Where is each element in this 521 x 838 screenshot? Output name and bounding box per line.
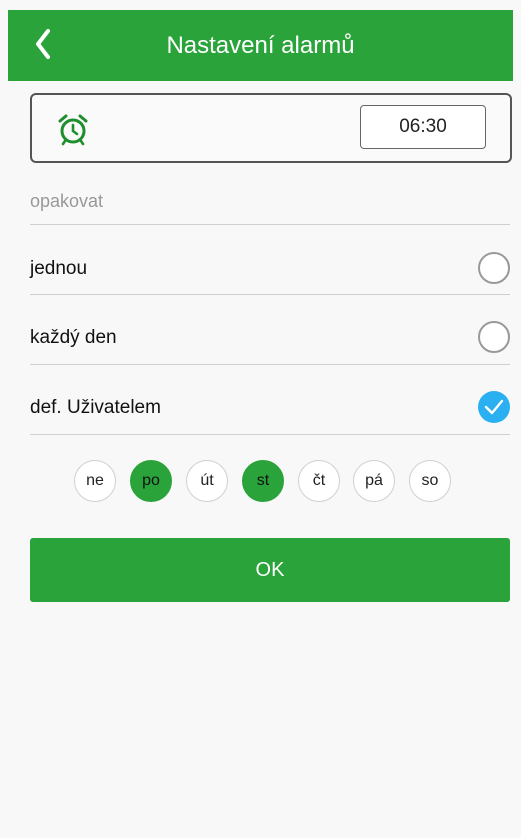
day-toggle-ne[interactable]: ne bbox=[74, 460, 116, 502]
page-title: Nastavení alarmů bbox=[166, 32, 355, 59]
weekday-selector: ne po út st čt pá so bbox=[74, 460, 454, 502]
repeat-section-label: opakovat bbox=[30, 191, 104, 211]
option-label: def. Uživatelem bbox=[30, 397, 161, 418]
day-toggle-so[interactable]: so bbox=[409, 460, 451, 502]
radio-button[interactable] bbox=[478, 252, 510, 284]
day-toggle-ut[interactable]: út bbox=[186, 460, 228, 502]
radio-button[interactable] bbox=[478, 321, 510, 353]
option-label: jednou bbox=[30, 258, 88, 279]
divider bbox=[30, 434, 510, 435]
radio-button-checked[interactable] bbox=[478, 391, 510, 423]
day-toggle-ct[interactable]: čt bbox=[298, 460, 340, 502]
alarm-time-field[interactable]: 06:30 bbox=[360, 105, 486, 149]
divider bbox=[30, 364, 510, 365]
option-label: každý den bbox=[30, 327, 117, 348]
day-toggle-st[interactable]: st bbox=[242, 460, 284, 502]
repeat-option-user-defined[interactable]: def. Uživatelem bbox=[30, 374, 510, 442]
repeat-option-every-day[interactable]: každý den bbox=[30, 304, 510, 372]
alarm-clock-icon bbox=[58, 114, 88, 146]
day-toggle-pa[interactable]: pá bbox=[353, 460, 395, 502]
alarm-settings-screen: Nastavení alarmů 06:30 opakovat jednou k… bbox=[0, 0, 521, 838]
ok-button[interactable]: OK bbox=[30, 538, 510, 602]
divider bbox=[30, 224, 510, 225]
checkmark-icon bbox=[484, 399, 504, 415]
divider bbox=[30, 294, 510, 295]
alarm-time-card: 06:30 bbox=[30, 93, 512, 163]
app-header: Nastavení alarmů bbox=[8, 10, 513, 81]
day-toggle-po[interactable]: po bbox=[130, 460, 172, 502]
repeat-option-once[interactable]: jednou bbox=[30, 235, 510, 303]
